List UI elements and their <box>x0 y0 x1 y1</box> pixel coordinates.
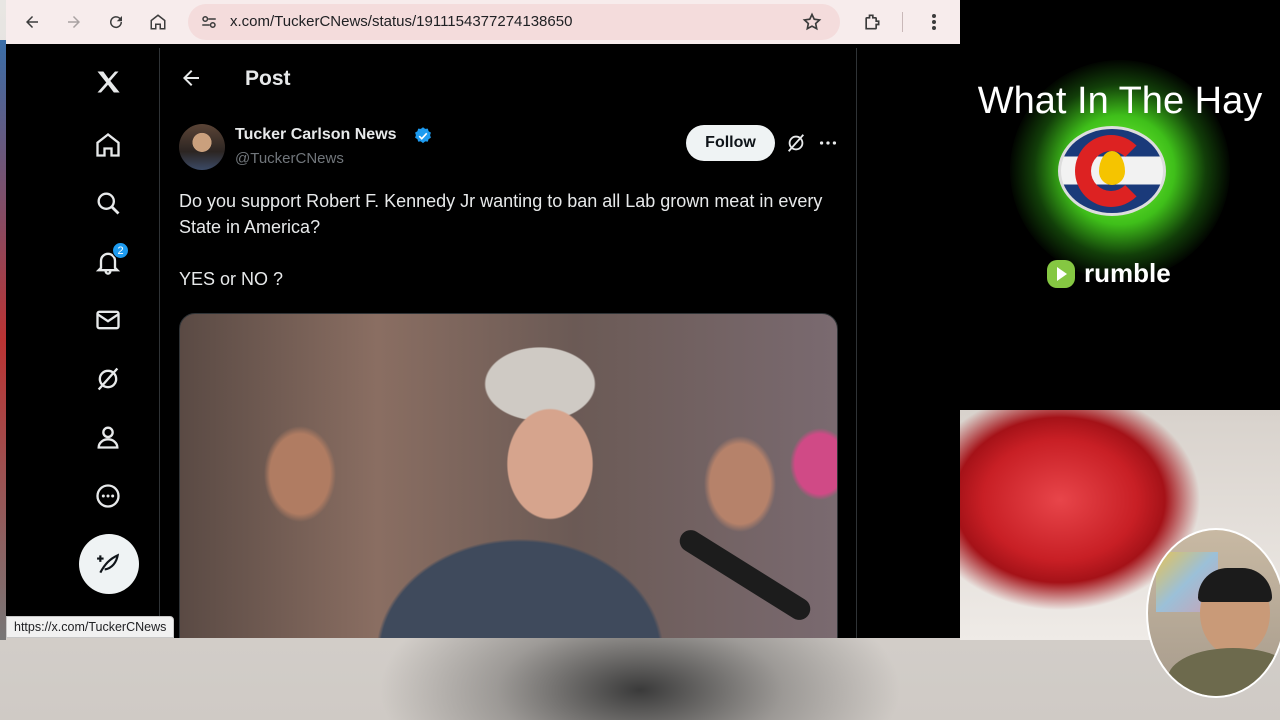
rumble-brand: rumble <box>1046 258 1171 289</box>
stream-overlay: What In The Hay rumble <box>960 0 1280 410</box>
url-text[interactable]: x.com/TuckerCNews/status/191115437727413… <box>230 4 572 40</box>
post-column: Post Tucker Carlson News @TuckerCNews Fo… <box>161 48 857 638</box>
browser-toolbar: x.com/TuckerCNews/status/191115437727413… <box>6 0 960 44</box>
compose-post-button[interactable] <box>79 534 139 594</box>
logo-drop-shape <box>1099 151 1125 185</box>
home-icon[interactable] <box>86 123 130 167</box>
site-settings-icon[interactable] <box>200 13 218 36</box>
follow-button[interactable]: Follow <box>686 125 775 161</box>
webcam-hat <box>1198 568 1272 602</box>
search-icon[interactable] <box>86 181 130 225</box>
mail-icon[interactable] <box>86 298 130 342</box>
grok-icon[interactable] <box>86 357 130 401</box>
link-status-bar: https://x.com/TuckerCNews <box>6 616 175 638</box>
back-arrow-icon[interactable] <box>20 10 44 34</box>
address-bar[interactable]: x.com/TuckerCNews/status/191115437727413… <box>188 4 840 40</box>
post-text-line: YES or NO ? <box>179 269 284 289</box>
more-options-icon[interactable] <box>86 474 130 518</box>
left-nav: 2 <box>6 48 160 638</box>
post-text: Do you support Robert F. Kennedy Jr want… <box>179 188 839 318</box>
author-name[interactable]: Tucker Carlson News <box>235 126 397 144</box>
channel-logo <box>1058 126 1166 216</box>
webcam-bubble <box>1146 528 1280 698</box>
x-page: 2 Post Tucker Carlson News @TuckerCNews … <box>6 48 960 638</box>
webcam-shirt <box>1168 648 1280 696</box>
profile-icon[interactable] <box>86 415 130 459</box>
back-icon[interactable] <box>179 66 203 90</box>
verified-badge-icon[interactable] <box>413 126 433 146</box>
browser-window: x.com/TuckerCNews/status/191115437727413… <box>6 0 960 638</box>
reload-icon[interactable] <box>104 10 128 34</box>
overlay-title: What In The Hay <box>977 80 1263 122</box>
post-image[interactable] <box>179 313 838 638</box>
author-avatar[interactable] <box>179 124 225 170</box>
rumble-label: rumble <box>1084 258 1171 288</box>
forward-arrow-icon[interactable] <box>62 10 86 34</box>
notification-badge: 2 <box>112 242 129 259</box>
page-title: Post <box>245 67 291 90</box>
microphone-shape <box>675 525 815 625</box>
toolbar-separator <box>902 12 903 32</box>
browser-menu-icon[interactable] <box>922 10 946 34</box>
post-more-icon[interactable] <box>817 132 839 154</box>
right-sidebar <box>858 48 960 638</box>
grok-explain-icon[interactable] <box>785 132 807 154</box>
bookmark-star-icon[interactable] <box>802 12 822 37</box>
extensions-icon[interactable] <box>860 10 884 34</box>
home-browser-icon[interactable] <box>146 10 170 34</box>
post-text-line: Do you support Robert F. Kennedy Jr want… <box>179 191 823 237</box>
rumble-play-icon <box>1047 259 1075 288</box>
notifications-bell-icon[interactable]: 2 <box>86 240 130 284</box>
feather-plus-icon <box>97 553 120 574</box>
author-handle[interactable]: @TuckerCNews <box>235 150 344 167</box>
x-logo[interactable] <box>86 60 130 104</box>
